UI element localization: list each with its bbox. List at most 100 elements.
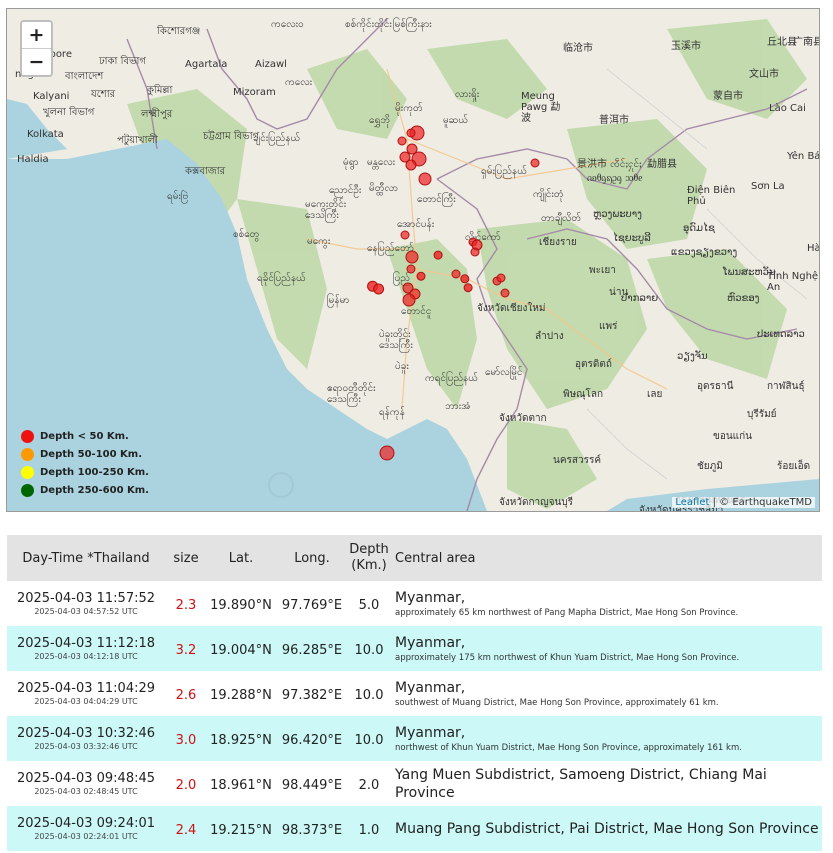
latitude: 19.288°N — [210, 688, 272, 703]
earthquake-marker[interactable] — [406, 264, 416, 274]
longitude: 96.420°E — [281, 733, 343, 748]
table-row[interactable]: 2025-04-03 09:48:45 2025-04-03 02:48:45 U… — [7, 761, 822, 806]
place-label: อุดรธานี — [697, 380, 734, 392]
earthquake-marker[interactable] — [460, 274, 470, 284]
place-label: ຫົວຂອງ — [727, 291, 760, 304]
depth: 10.0 — [354, 733, 384, 748]
table-row[interactable]: 2025-04-03 11:57:52 2025-04-03 04:57:52 U… — [7, 581, 822, 626]
table-row[interactable]: 2025-04-03 11:12:18 2025-04-03 04:12:18 U… — [7, 626, 822, 671]
magnitude-cell: 3.2 — [165, 626, 207, 671]
place-label: ແຂວງຊຽງຂວາງ — [671, 247, 737, 258]
earthquake-marker[interactable] — [400, 230, 410, 240]
earthquake-marker[interactable] — [433, 250, 443, 260]
place-label: ร้อยเอ็ด — [777, 458, 810, 472]
earthquake-marker[interactable] — [418, 172, 432, 186]
place-label: Hà — [807, 242, 819, 254]
depth-cell: 2.0 — [349, 761, 389, 806]
place-label: 文山市 — [749, 67, 779, 80]
legend-item-depth-50-100: Depth 50-100 Km. — [21, 445, 149, 463]
place-label: চট্টগ্রাম বিভাগ — [202, 130, 260, 142]
earthquake-marker[interactable] — [405, 159, 417, 171]
place-label: বাংলাদেশ — [64, 71, 104, 82]
legend-item-depth-0-50: Depth < 50 Km. — [21, 427, 149, 445]
lat-cell: 19.288°N — [207, 671, 275, 716]
earthquake-marker[interactable] — [373, 283, 385, 295]
area-name: Muang Pang Subdistrict, Pai District, Ma… — [395, 820, 819, 837]
earthquake-marker[interactable] — [416, 271, 426, 281]
place-label: တာချီလိတ် — [541, 211, 581, 226]
place-label: จังหวัดเชียงใหม่ — [477, 302, 545, 314]
place-label: မိုးကုတ် — [395, 101, 423, 116]
earthquake-map[interactable]: Kolkata Agartala Aizawl Kalyani Haldia ঢাকা ব… — [6, 8, 820, 512]
place-label: ကလေးဝ — [271, 19, 304, 30]
place-label: খুলনা বিভাগ — [43, 106, 95, 118]
attribution-text: | © EarthquakeTMD — [709, 497, 812, 508]
earthquake-marker[interactable] — [463, 283, 473, 293]
area-cell: Myanmar, southwest of Muang District, Mae… — [389, 671, 822, 716]
place-label: ရမ်းဗြဲ — [167, 188, 188, 204]
header-long: Long. — [275, 535, 349, 581]
place-label: যশোর — [90, 89, 116, 100]
lat-cell: 18.925°N — [207, 716, 275, 761]
earthquake-marker[interactable] — [530, 158, 540, 168]
place-label: পটুয়াখালী — [117, 133, 158, 146]
depth-cell: 10.0 — [349, 671, 389, 716]
earthquake-marker[interactable] — [470, 247, 480, 257]
place-label: อุตรดิตถ์ — [575, 358, 612, 370]
earthquake-table: Day-Time *Thailand size Lat. Long. Depth… — [7, 535, 822, 851]
earthquake-marker[interactable] — [402, 293, 416, 307]
earthquake-marker[interactable] — [397, 136, 407, 146]
table-row[interactable]: 2025-04-03 09:24:01 2025-04-03 02:24:01 U… — [7, 806, 822, 851]
depth: 1.0 — [358, 823, 380, 838]
leaflet-link[interactable]: Leaflet — [675, 497, 709, 508]
place-label: กาฬสินธุ์ — [767, 380, 805, 392]
thai-time: 2025-04-03 11:57:52 — [16, 591, 156, 606]
longitude: 97.769°E — [281, 598, 343, 613]
magnitude: 3.2 — [175, 643, 197, 658]
area-detail: northwest of Khun Yuam District, Mae Hon… — [395, 743, 742, 753]
zoom-in-button[interactable]: + — [22, 22, 51, 48]
place-label: ໄຊຍະບູລີ — [613, 231, 651, 244]
depth-legend: Depth < 50 Km. Depth 50-100 Km. Depth 10… — [21, 427, 149, 499]
utc-time: 2025-04-03 04:04:29 UTC — [34, 697, 138, 706]
place-label: কক্সবাজার — [184, 166, 226, 177]
zoom-out-button[interactable]: − — [22, 48, 51, 75]
place-label: কুমিল্লা — [146, 84, 174, 96]
header-size: size — [165, 535, 207, 581]
earthquake-marker[interactable] — [406, 128, 416, 138]
thai-time: 2025-04-03 09:48:45 — [16, 771, 156, 786]
earthquake-marker[interactable] — [496, 273, 506, 283]
place-label: ᦵᦈᦲᧂᦣᦳᧂ ᦉᦲᧉ — [587, 173, 642, 184]
place-label: ປາກລາຍ — [621, 293, 658, 304]
latitude: 19.890°N — [210, 598, 272, 613]
depth-cell: 10.0 — [349, 716, 389, 761]
place-label: ရှမ်းပြည်နယ် — [481, 163, 527, 179]
long-cell: 98.449°E — [275, 761, 349, 806]
earthquake-marker[interactable] — [500, 288, 510, 298]
earthquake-marker[interactable] — [451, 269, 461, 279]
area-cell: Yang Muen Subdistrict, Samoeng District,… — [389, 761, 822, 806]
table-row[interactable]: 2025-04-03 10:32:46 2025-04-03 03:32:46 U… — [7, 716, 822, 761]
place-label: တောင်ကြီး — [417, 191, 456, 207]
place-label: কিশোরগঞ্জ — [156, 25, 200, 37]
place-label: พิษณุโลก — [563, 387, 603, 400]
longitude: 98.373°E — [281, 823, 343, 838]
latitude: 18.961°N — [210, 778, 272, 793]
long-cell: 96.420°E — [275, 716, 349, 761]
area-name: Yang Muen Subdistrict, Samoeng District,… — [395, 766, 767, 801]
legend-label: Depth 250-600 Km. — [40, 484, 149, 496]
area-cell: Myanmar, northwest of Khun Yuam District,… — [389, 716, 822, 761]
area-name: Myanmar, — [395, 590, 466, 606]
datetime-cell: 2025-04-03 09:24:01 2025-04-03 02:24:01 U… — [7, 806, 165, 851]
legend-label: Depth 100-250 Km. — [40, 466, 149, 478]
place-label: Kolkata — [27, 129, 64, 140]
table-row[interactable]: 2025-04-03 11:04:29 2025-04-03 04:04:29 U… — [7, 671, 822, 716]
earthquake-marker[interactable] — [405, 250, 419, 264]
place-label: ชัยภูมิ — [697, 461, 723, 472]
place-label: บุรีรัมย์ — [747, 408, 777, 420]
datetime-cell: 2025-04-03 09:48:45 2025-04-03 02:48:45 U… — [7, 761, 165, 806]
magnitude: 2.3 — [175, 598, 197, 613]
utc-time: 2025-04-03 02:48:45 UTC — [34, 787, 138, 796]
area-cell: Muang Pang Subdistrict, Pai District, Ma… — [389, 806, 822, 851]
earthquake-marker[interactable] — [379, 445, 395, 461]
